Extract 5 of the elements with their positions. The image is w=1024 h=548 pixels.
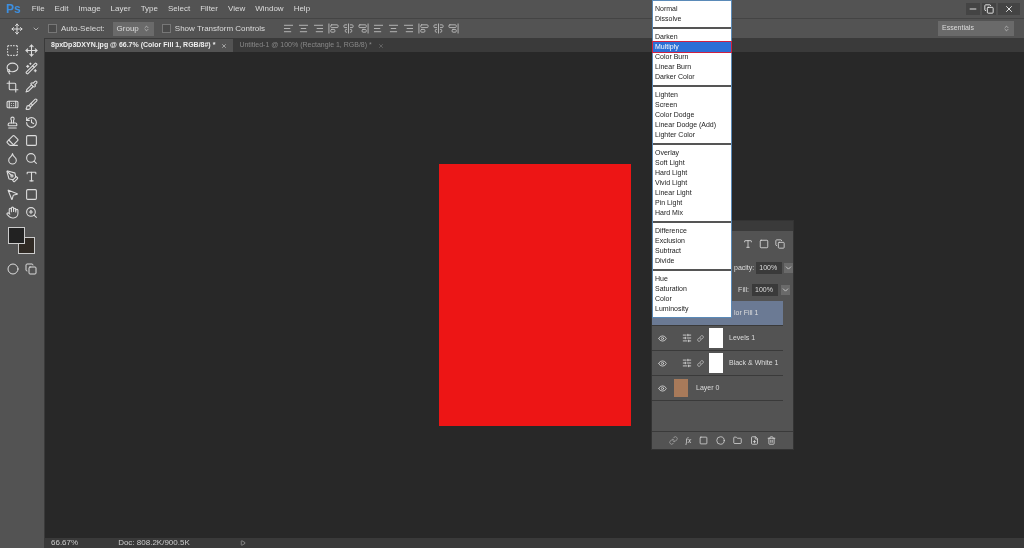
- app-logo: Ps: [5, 1, 22, 18]
- doc-size: Doc: 808.2K/900.5K: [118, 537, 190, 548]
- checkbox-label: Auto-Select:: [61, 22, 105, 35]
- zoom-level: 66.67%: [51, 537, 79, 548]
- checkbox-label: Show Transform Controls: [174, 22, 266, 35]
